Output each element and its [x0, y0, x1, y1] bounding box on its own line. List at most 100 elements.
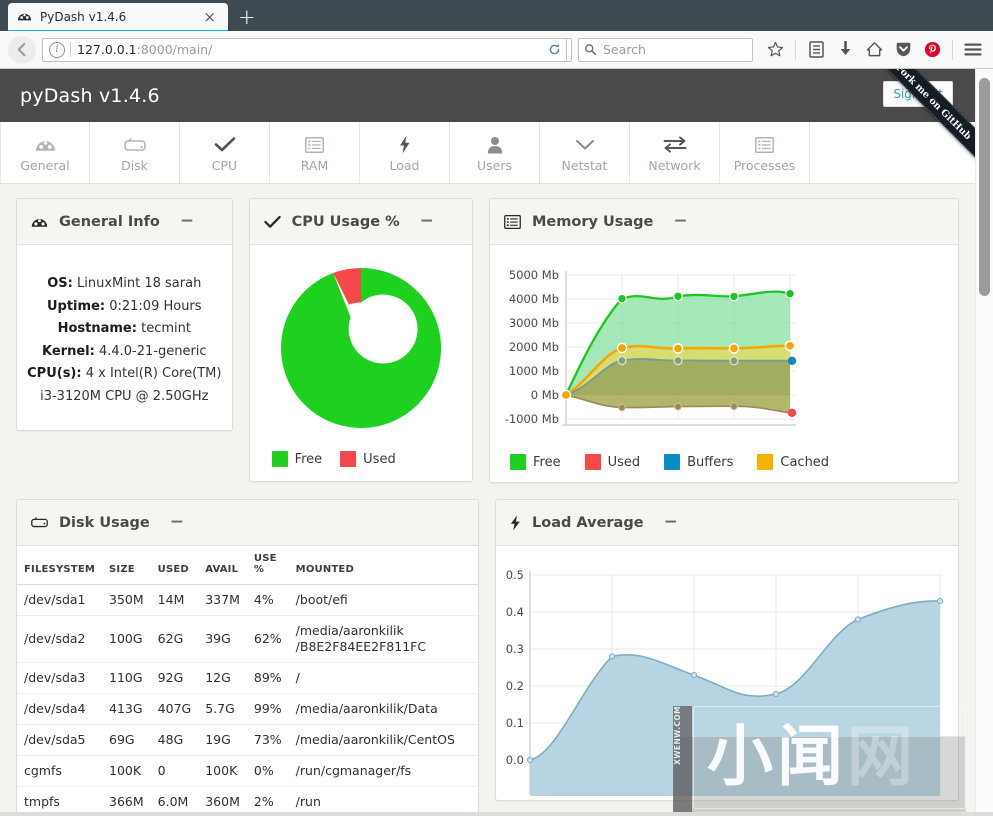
panel-title: CPU Usage % [291, 213, 400, 230]
url-text: 127.0.0.1:8000/main/ [77, 42, 212, 57]
menu-icon[interactable] [961, 38, 985, 62]
y-tick-label: 0.4 [506, 605, 524, 619]
downloads-icon[interactable] [833, 38, 857, 62]
cell-filesystem: /dev/sda1 [17, 584, 103, 616]
legend-item[interactable]: Buffers [664, 454, 733, 470]
col-mounted[interactable]: MOUNTED [288, 546, 478, 585]
list-icon [755, 135, 774, 155]
table-row[interactable]: /dev/sda3 110G 92G 12G 89% / [17, 662, 478, 694]
page-scrollbar[interactable] [975, 69, 993, 816]
info-value: 4 x Intel(R) Core(TM) [85, 366, 222, 381]
memory-chart-body: 5000 Mb 4000 Mb 3000 Mb 2000 Mb 1000 Mb … [490, 245, 958, 482]
new-tab-button[interactable]: + [238, 7, 256, 28]
legend-item[interactable]: Free [510, 454, 561, 470]
table-row[interactable]: /dev/sda5 69G 48G 19G 73% /media/aaronki… [17, 724, 478, 756]
tab-label: CPU [211, 157, 238, 173]
site-info-icon[interactable]: i [49, 41, 65, 58]
tab-disk[interactable]: Disk [90, 122, 180, 183]
chevron-down-icon [575, 135, 595, 155]
legend-item[interactable]: Cached [757, 454, 829, 470]
pocket-icon[interactable] [891, 38, 915, 62]
url-host: 127.0.0.1 [77, 42, 137, 57]
cell-mounted: /run/cgmanager/fs [288, 755, 478, 787]
cell-mounted: /boot/efi [288, 584, 478, 616]
legend-item[interactable]: Used [340, 451, 396, 467]
table-row[interactable]: /dev/sda2 100G 62G 39G 62% /media/aaronk… [17, 615, 478, 663]
reload-icon[interactable] [543, 37, 567, 62]
browser-window: PyDash v1.4.6 × + i 127.0.0.1:8000/main/ [0, 0, 993, 816]
info-label: Hostname: [57, 321, 137, 336]
legend-item[interactable]: Free [271, 451, 322, 467]
tab-label: Netstat [561, 157, 608, 173]
cell-size: 100G [102, 615, 151, 663]
cell-used: 62G [150, 615, 199, 663]
col-use-pct[interactable]: USE % [246, 546, 289, 585]
cell-use-pct: 73% [246, 724, 289, 756]
info-label: Uptime: [46, 298, 106, 314]
info-value: LinuxMint 18 sarah [77, 276, 202, 291]
search-bar[interactable]: Search [578, 37, 753, 62]
dashboard-grid: General Info − OS: LinuxMint 18 sarah Up… [0, 184, 975, 816]
speedometer-icon [31, 215, 48, 229]
search-input[interactable]: Search [603, 42, 646, 57]
nav-tabs: General Disk CPU RAM Load Users Netstat … [0, 122, 975, 184]
panel-memory-usage: Memory Usage − 5000 Mb 4000 Mb 3000 Mb 2… [489, 198, 959, 483]
minimize-button[interactable]: − [673, 213, 687, 230]
minimize-button[interactable]: − [420, 213, 434, 230]
col-filesystem[interactable]: FILESYSTEM [17, 546, 103, 585]
url-bar[interactable]: i 127.0.0.1:8000/main/ [42, 37, 572, 62]
cell-use-pct: 4% [246, 584, 289, 616]
minimize-button[interactable]: − [170, 514, 184, 531]
sign-out-button[interactable]: Sign out [883, 81, 953, 107]
tab-load[interactable]: Load [360, 122, 450, 183]
cpu-legend: Free Used [260, 443, 400, 473]
y-axis: 0.5 0.4 0.3 0.2 0.1 0.0 [506, 568, 524, 767]
back-icon[interactable] [8, 35, 36, 64]
page-viewport: pyDash v1.4.6 Sign out Fork me on GitHub… [0, 69, 993, 816]
cell-size: 110G [102, 662, 151, 694]
hdd-icon [31, 516, 48, 529]
tab-label: Disk [121, 157, 148, 173]
cell-avail: 337M [198, 584, 247, 616]
browser-tab[interactable]: PyDash v1.4.6 × [8, 3, 228, 31]
cell-used: 407G [150, 693, 199, 725]
cell-used: 14M [150, 584, 199, 616]
cell-avail: 12G [198, 662, 247, 694]
browser-toolbar: i 127.0.0.1:8000/main/ Search [0, 31, 993, 69]
library-icon[interactable] [804, 38, 828, 62]
panel-header: CPU Usage % − [249, 199, 472, 245]
tab-users[interactable]: Users [450, 122, 540, 183]
panel-disk-usage: Disk Usage − FILESYSTEM SIZE USED AVAIL … [16, 499, 479, 816]
col-used[interactable]: USED [150, 546, 199, 585]
bookmark-star-icon[interactable] [763, 38, 787, 62]
pinterest-icon[interactable] [920, 38, 944, 62]
tab-processes[interactable]: Processes [720, 122, 810, 183]
scrollbar-thumb[interactable] [979, 78, 990, 296]
cell-used: 48G [150, 724, 199, 756]
close-icon[interactable]: × [199, 9, 220, 25]
cell-size: 413G [102, 693, 151, 725]
table-row[interactable]: /dev/sda1 350M 14M 337M 4% /boot/efi [17, 584, 478, 616]
tab-cpu[interactable]: CPU [180, 122, 270, 183]
table-row[interactable]: /dev/sda4 413G 407G 5.7G 99% /media/aaro… [17, 693, 478, 725]
tab-general[interactable]: General [0, 122, 90, 183]
legend-item[interactable]: Used [584, 454, 640, 470]
minimize-button[interactable]: − [180, 213, 194, 230]
tab-netstat[interactable]: Netstat [540, 122, 630, 183]
table-header-row: FILESYSTEM SIZE USED AVAIL USE % MOUNTED [17, 546, 478, 585]
cell-avail: 5.7G [198, 693, 247, 725]
minimize-button[interactable]: − [664, 514, 678, 531]
table-row[interactable]: cgmfs 100K 0 100K 0% /run/cgmanager/fs [17, 755, 478, 787]
info-value: i3-3120M CPU @ 2.50GHz [40, 388, 209, 404]
col-size[interactable]: SIZE [102, 546, 151, 585]
url-path: :8000/main/ [136, 42, 213, 57]
panel-title: General Info [59, 213, 160, 230]
col-avail[interactable]: AVAIL [198, 546, 247, 585]
y-tick-label: 3000 Mb [509, 316, 559, 330]
panel-general-info: General Info − OS: LinuxMint 18 sarah Up… [16, 198, 233, 431]
tab-network[interactable]: Network [630, 122, 720, 183]
panel-title: Load Average [532, 514, 644, 531]
home-icon[interactable] [862, 38, 886, 62]
cell-used: 0 [150, 755, 199, 787]
tab-ram[interactable]: RAM [270, 122, 360, 183]
